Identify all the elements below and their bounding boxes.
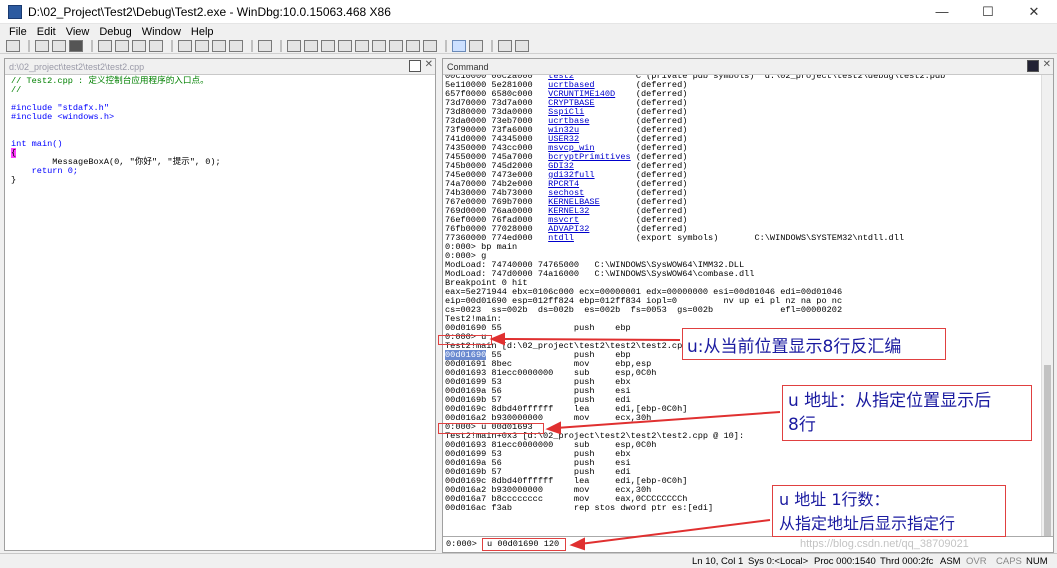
status-ovr: OVR [966, 556, 987, 567]
watermark: https://blog.csdn.net/qq_38709021 [800, 538, 969, 550]
arrowhead [489, 332, 505, 346]
status-system: Sys 0:<Local> [748, 556, 809, 567]
status-num: NUM [1026, 556, 1048, 567]
arrow-line [555, 411, 781, 429]
status-bar: Ln 10, Col 1 Sys 0:<Local> Proc 000:1540… [0, 553, 1057, 568]
annotation-u: u:从当前位置显示8行反汇编 [682, 328, 946, 360]
status-process: Proc 000:1540 [814, 556, 876, 567]
arrow-line [499, 338, 681, 341]
annotation-line: u 地址 1行数： [779, 490, 890, 509]
annotation-u-addr: u 地址：从指定位置显示后 8行 [782, 385, 1032, 441]
annotation-line: 8行 [788, 415, 816, 435]
annotation-line: u 地址：从指定位置显示后 [788, 391, 992, 411]
status-asm: ASM [940, 556, 961, 567]
annotation-u-addr-count: u 地址 1行数： 从指定地址后显示指定行 [772, 485, 1006, 537]
status-line-col: Ln 10, Col 1 [692, 556, 744, 567]
status-caps: CAPS [996, 556, 1022, 567]
status-thread: Thrd 000:2fc [880, 556, 934, 567]
arrowhead [545, 421, 561, 435]
arrow-line [579, 519, 771, 545]
arrowhead [569, 537, 585, 551]
annotation-arrows [489, 332, 781, 551]
annotation-line: 从指定地址后显示指定行 [779, 514, 956, 533]
